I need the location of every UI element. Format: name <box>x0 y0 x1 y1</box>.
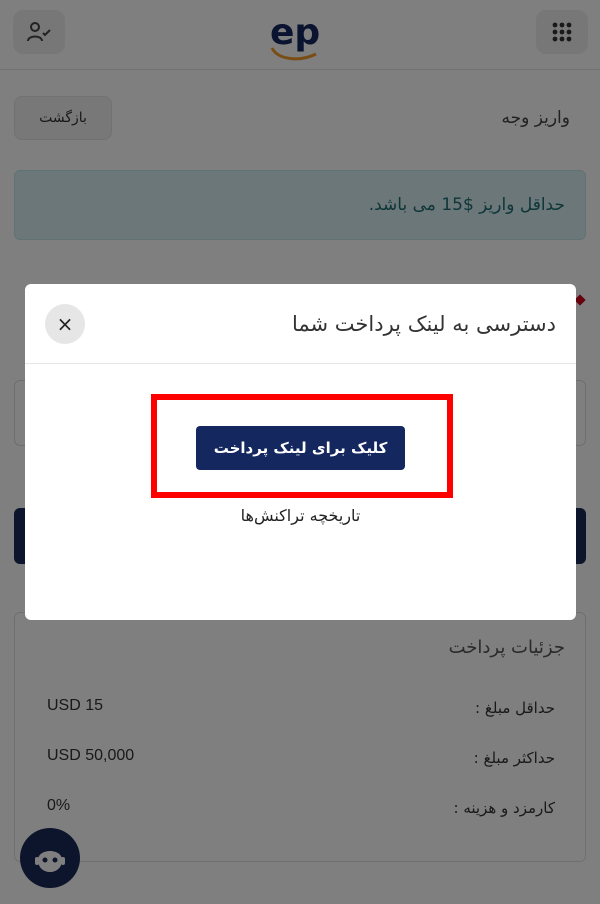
modal-header: دسترسی به لینک پرداخت شما × <box>25 284 576 364</box>
close-icon: × <box>56 312 74 336</box>
close-button[interactable]: × <box>45 304 85 344</box>
payment-link-button[interactable]: کلیک برای لینک پرداخت <box>196 426 405 470</box>
modal-title: دسترسی به لینک پرداخت شما <box>292 312 556 336</box>
transaction-history-link[interactable]: تاریخچه تراکنش‌ها <box>25 506 576 525</box>
payment-link-modal: دسترسی به لینک پرداخت شما × کلیک برای لی… <box>25 284 576 620</box>
